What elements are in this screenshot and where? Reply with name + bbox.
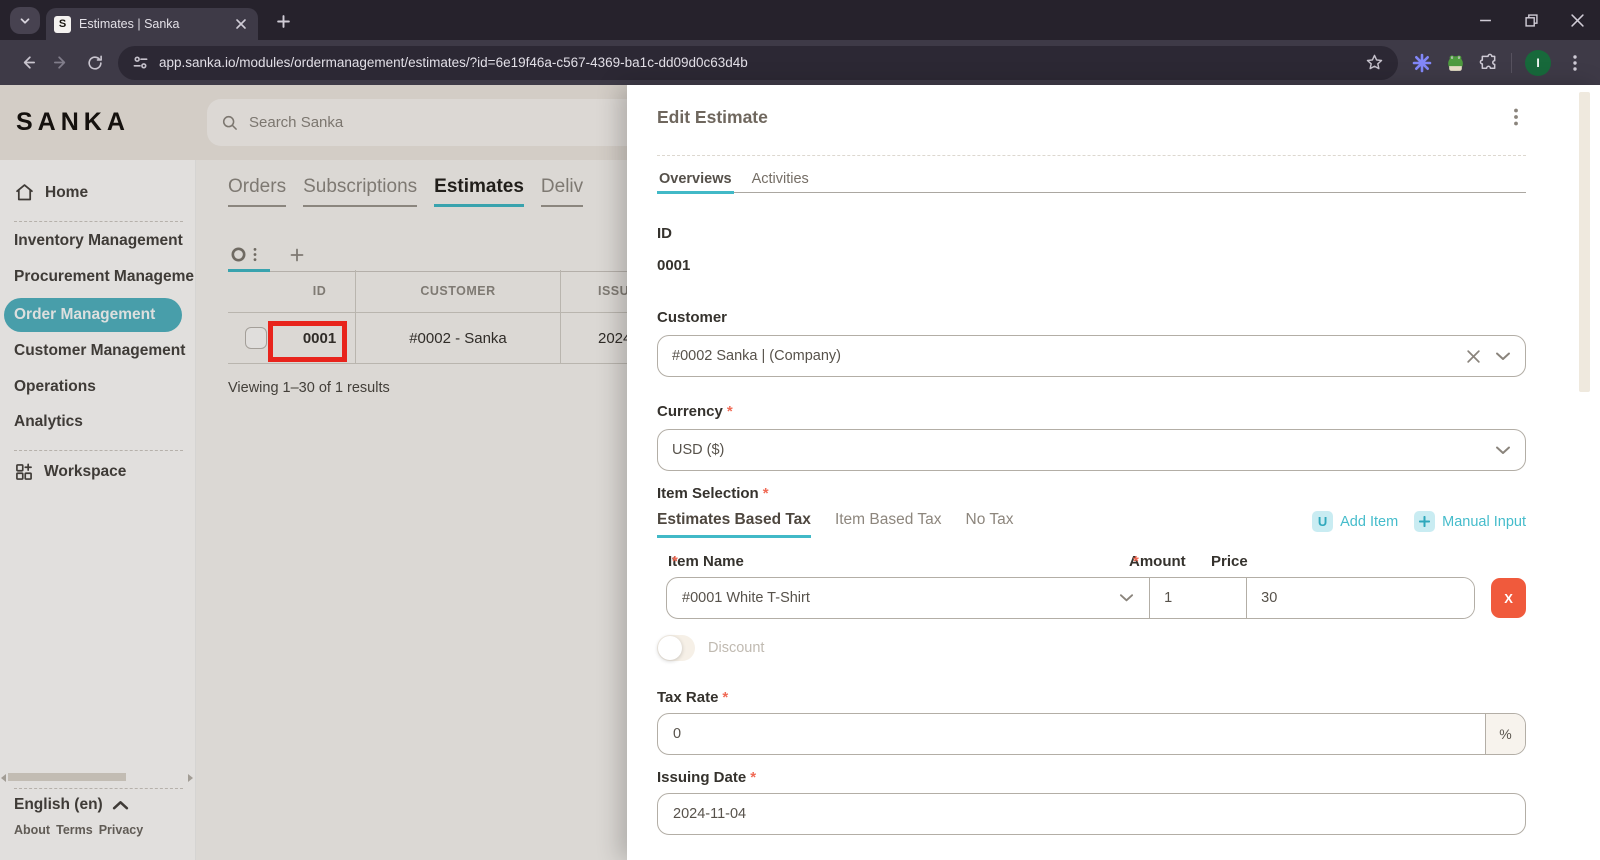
new-tab-button[interactable] (272, 10, 294, 32)
id-label: ID (657, 225, 1526, 242)
clear-icon[interactable] (1466, 349, 1481, 364)
toolbar-divider (1511, 53, 1512, 73)
price-label: Price (1211, 553, 1248, 570)
forward-icon (52, 53, 71, 72)
issuing-date-label: Issuing Date* (657, 769, 1526, 786)
tab-activities[interactable]: Activities (750, 171, 811, 192)
extensions-puzzle-icon[interactable] (1479, 53, 1498, 72)
browser-menu-button[interactable] (1564, 48, 1586, 78)
discount-label: Discount (708, 640, 764, 656)
kebab-menu-icon (1514, 108, 1518, 126)
minimize-button[interactable] (1462, 0, 1508, 40)
tab-item-based-tax[interactable]: Item Based Tax (835, 511, 942, 538)
tab-no-tax[interactable]: No Tax (966, 511, 1014, 538)
currency-value: USD ($) (672, 442, 1495, 458)
reload-icon (86, 54, 104, 72)
bookmark-star-icon[interactable] (1365, 53, 1384, 72)
chevron-down-icon[interactable] (1495, 351, 1511, 362)
chevron-down-icon[interactable] (1119, 593, 1134, 603)
item-name-value: #0001 White T-Shirt (682, 590, 1119, 606)
browser-window: S Estimates | Sanka (0, 0, 1600, 860)
discount-row: Discount (657, 635, 1526, 661)
id-value: 0001 (657, 257, 1526, 274)
plus-icon (1414, 511, 1435, 532)
add-item-label: Add Item (1340, 514, 1398, 530)
browser-tab[interactable]: S Estimates | Sanka (46, 8, 258, 40)
url-text[interactable]: app.sanka.io/modules/ordermanagement/est… (159, 55, 1355, 70)
discount-toggle[interactable] (657, 635, 695, 661)
issuing-date-field (657, 793, 1526, 835)
plus-icon (276, 14, 291, 29)
tax-mode-tabs: Estimates Based Tax Item Based Tax No Ta… (657, 511, 1526, 538)
url-bar[interactable]: app.sanka.io/modules/ordermanagement/est… (118, 46, 1398, 80)
close-window-button[interactable] (1554, 0, 1600, 40)
customer-label: Customer (657, 309, 1526, 326)
edit-estimate-drawer: Edit Estimate Overviews Activities ID 00… (627, 85, 1600, 860)
back-icon (18, 53, 37, 72)
customer-select[interactable]: #0002 Sanka | (Company) (657, 335, 1526, 377)
amount-input[interactable] (1150, 578, 1246, 618)
manual-input-button[interactable]: Manual Input (1414, 511, 1526, 532)
tab-overviews[interactable]: Overviews (657, 171, 734, 192)
profile-avatar[interactable]: I (1525, 50, 1551, 76)
remove-item-button[interactable]: X (1491, 578, 1526, 618)
page-behind-drawer: SANKA Home Inventory Management Procurem… (0, 85, 627, 860)
customer-value: #0002 Sanka | (Company) (672, 348, 1466, 364)
sanka-favicon: S (54, 16, 71, 33)
annotation-highlight-box (268, 321, 347, 362)
restore-button[interactable] (1508, 0, 1554, 40)
add-item-button[interactable]: U Add Item (1312, 511, 1398, 532)
tab-search-button[interactable] (10, 7, 40, 34)
browser-toolbar: app.sanka.io/modules/ordermanagement/est… (0, 40, 1600, 85)
extension-area: I (1412, 48, 1586, 78)
chevron-down-icon (18, 14, 32, 28)
drawer-scrollbar-thumb[interactable] (1579, 92, 1590, 392)
back-button[interactable] (10, 46, 44, 80)
close-icon (1571, 14, 1584, 27)
reload-button[interactable] (78, 46, 112, 80)
browser-tabstrip: S Estimates | Sanka (0, 0, 1600, 40)
item-row: #0001 White T-Shirt X (666, 577, 1526, 619)
site-info-icon[interactable] (132, 54, 149, 71)
drawer-backdrop[interactable] (0, 85, 627, 860)
tab-close-button[interactable] (232, 15, 250, 33)
extension-frog-icon[interactable] (1445, 52, 1466, 73)
currency-select[interactable]: USD ($) (657, 429, 1526, 471)
shopping-bag-icon: U (1312, 511, 1333, 532)
forward-button[interactable] (44, 46, 78, 80)
issuing-date-input[interactable] (658, 794, 1525, 834)
window-controls (1462, 0, 1600, 40)
item-field-labels: Item Name* Amount* Price (666, 553, 1526, 571)
drawer-tabs: Overviews Activities (657, 171, 1526, 193)
drawer-divider (657, 155, 1526, 156)
price-input[interactable] (1247, 578, 1474, 618)
kebab-menu-icon (1573, 55, 1577, 71)
item-selection-label: Item Selection* (657, 485, 1526, 502)
tab-title: Estimates | Sanka (79, 17, 232, 31)
tax-rate-input[interactable] (658, 714, 1485, 754)
extension-starburst-icon[interactable] (1412, 53, 1432, 73)
percent-suffix: % (1485, 714, 1525, 754)
drawer-menu-button[interactable] (1506, 105, 1526, 129)
toggle-knob (658, 636, 682, 660)
item-name-select[interactable]: #0001 White T-Shirt (667, 578, 1149, 618)
minimize-icon (1479, 14, 1492, 27)
manual-input-label: Manual Input (1442, 514, 1526, 530)
restore-icon (1525, 14, 1538, 27)
close-icon (235, 18, 247, 30)
chevron-down-icon[interactable] (1495, 445, 1511, 456)
currency-label: Currency* (657, 403, 1526, 420)
tax-rate-field: % (657, 713, 1526, 755)
app-content: SANKA Home Inventory Management Procurem… (0, 85, 1600, 860)
tab-estimates-based-tax[interactable]: Estimates Based Tax (657, 511, 811, 538)
drawer-title: Edit Estimate (657, 107, 768, 128)
tax-rate-label: Tax Rate* (657, 689, 1526, 706)
